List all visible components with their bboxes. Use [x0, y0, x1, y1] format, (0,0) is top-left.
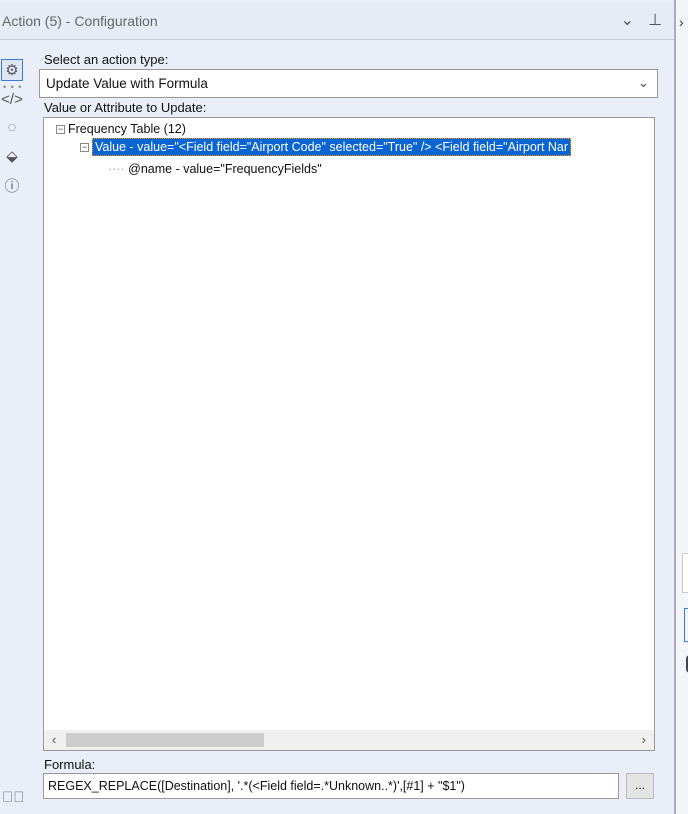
horizontal-scrollbar[interactable]: ‹ ›	[44, 730, 654, 750]
tree-node-label: Frequency Table (12)	[68, 122, 186, 136]
formula-editor-button[interactable]: ...	[626, 773, 654, 799]
right-panel-edge: ›	[674, 0, 688, 814]
panel-titlebar: Action (5) - Configuration ⌄ ⊥	[0, 2, 674, 40]
help-icon[interactable]: ⓘ	[1, 174, 23, 196]
gear-icon[interactable]: ⚙	[1, 59, 23, 81]
tag-icon[interactable]: ⬙	[1, 145, 23, 167]
formula-label: Formula:	[44, 757, 96, 772]
right-panel-box	[682, 553, 688, 593]
collapse-icon[interactable]: −	[80, 143, 89, 153]
code-icon[interactable]: </>	[1, 88, 23, 110]
chevron-down-icon: ⌄	[637, 75, 649, 90]
action-type-label: Select an action type:	[44, 52, 169, 67]
scroll-left-icon[interactable]: ‹	[52, 732, 56, 747]
panel-title: Action (5) - Configuration	[2, 12, 158, 29]
tree-node[interactable]: − Frequency Table (12)	[56, 122, 186, 136]
tree-label: Value or Attribute to Update:	[44, 100, 207, 115]
close-icon[interactable]: ›	[679, 14, 684, 30]
pin-icon[interactable]: ⊥	[648, 10, 662, 30]
formula-input[interactable]: REGEX_REPLACE([Destination], '.*(<Field …	[43, 773, 619, 799]
chevron-down-icon[interactable]: ⌄	[621, 10, 634, 30]
tree-connector: ····	[108, 162, 125, 176]
collapse-icon[interactable]: −	[56, 125, 65, 135]
tree-node[interactable]: ···· @name - value="FrequencyFields"	[108, 162, 322, 176]
scroll-right-icon[interactable]: ›	[642, 732, 646, 747]
connection-icon[interactable]: ◌	[1, 116, 23, 138]
value-tree[interactable]: − Frequency Table (12) − Value - value="<F…	[43, 117, 655, 751]
tree-node-label: Value - value="<Field field="Airport Cod…	[92, 138, 572, 156]
right-panel-button[interactable]	[684, 608, 688, 642]
tree-node-label: @name - value="FrequencyFields"	[128, 162, 322, 176]
action-type-select[interactable]: Update Value with Formula ⌄	[39, 69, 658, 98]
scrollbar-thumb[interactable]	[66, 733, 264, 747]
tree-node-selected[interactable]: − Value - value="<Field field="Airport Co…	[80, 138, 572, 156]
check-circle-icon: ✓⃝	[2, 789, 25, 806]
action-type-value: Update Value with Formula	[46, 76, 208, 91]
